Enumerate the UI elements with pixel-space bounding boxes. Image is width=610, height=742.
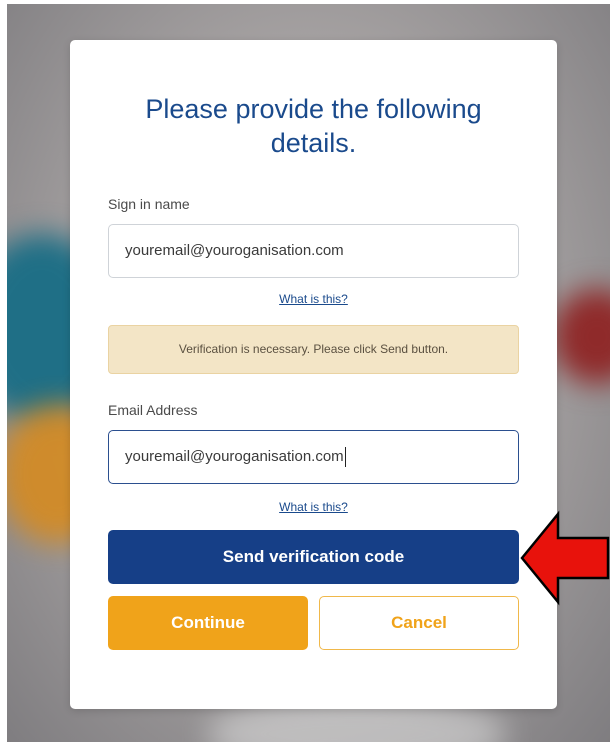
- continue-button[interactable]: Continue: [108, 596, 308, 650]
- what-is-this-link-email[interactable]: What is this?: [70, 500, 557, 514]
- background-blob-red: [552, 289, 610, 384]
- signin-name-label: Sign in name: [108, 196, 190, 212]
- email-address-field[interactable]: youremail@youroganisation.com: [108, 430, 519, 484]
- what-is-this-link-signin[interactable]: What is this?: [70, 292, 557, 306]
- details-form-card: Please provide the following details. Si…: [70, 40, 557, 709]
- cancel-button[interactable]: Cancel: [319, 596, 519, 650]
- page-title: Please provide the following details.: [145, 94, 482, 158]
- email-address-label: Email Address: [108, 402, 198, 418]
- verification-notice: Verification is necessary. Please click …: [108, 325, 519, 374]
- send-verification-code-button[interactable]: Send verification code: [108, 530, 519, 584]
- email-address-value: youremail@youroganisation.com: [125, 448, 344, 465]
- signin-name-field[interactable]: youremail@youroganisation.com: [108, 224, 519, 278]
- signin-name-value: youremail@youroganisation.com: [125, 242, 344, 259]
- red-arrow-pointer-icon: [520, 510, 610, 606]
- screenshot-stage: Please provide the following details. Si…: [0, 0, 610, 742]
- text-caret: [344, 447, 346, 468]
